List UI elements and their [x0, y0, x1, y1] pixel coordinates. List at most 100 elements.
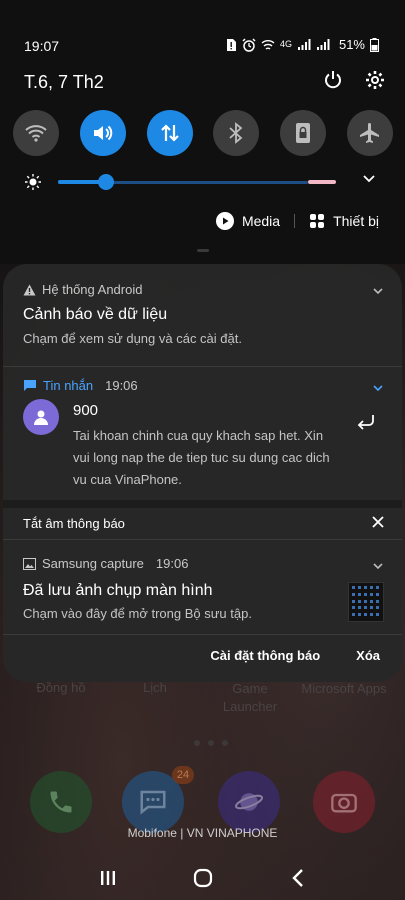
- chevron-down-icon: [363, 175, 375, 183]
- sound-icon: [93, 125, 113, 141]
- bluetooth-icon: [229, 122, 243, 144]
- reply-button[interactable]: [356, 413, 376, 436]
- wifi-toggle[interactable]: [13, 110, 59, 156]
- notification-time: 19:06: [105, 378, 138, 393]
- chevron-down-icon: [373, 563, 383, 570]
- collapse-notification-button[interactable]: [372, 381, 384, 399]
- alarm-icon: [242, 37, 256, 52]
- close-button[interactable]: [372, 515, 384, 533]
- settings-button[interactable]: [365, 70, 385, 95]
- carrier-label: Mobifone | VN VINAPHONE: [127, 826, 278, 840]
- home-app-label-game-launcher: Game Launcher: [222, 681, 278, 714]
- quick-toggle-row: [13, 110, 393, 156]
- internet-app-icon[interactable]: [218, 771, 280, 833]
- date-label: T.6, 7 Th2: [24, 72, 104, 92]
- signal-icon: [297, 39, 311, 50]
- brightness-outdoor-zone: [308, 180, 336, 184]
- notification-title: Cảnh báo về dữ liệu: [23, 306, 168, 323]
- mobile-data-icon: [160, 124, 179, 142]
- brightness-icon: [25, 174, 41, 190]
- screenshot-thumbnail: [348, 582, 384, 622]
- media-devices-row: Media Thiết bị: [215, 212, 379, 230]
- media-button[interactable]: Media: [215, 212, 280, 230]
- image-icon: [23, 557, 36, 570]
- notification-app-name: Hệ thống Android: [42, 282, 143, 297]
- message-body: Tai khoan chinh cua quy khach sap het. X…: [73, 428, 330, 487]
- wifi-status-icon: [261, 39, 275, 50]
- brightness-control: [22, 170, 384, 194]
- sim-alert-icon: [226, 38, 236, 51]
- panel-drag-handle[interactable]: [197, 249, 209, 252]
- home-app-label-microsoft: Microsoft Apps: [301, 681, 387, 696]
- quick-panel: 19:07 4G 51% T.6, 7 Th2 Media Thiết bị: [0, 0, 405, 264]
- expand-notification-button[interactable]: [372, 284, 384, 302]
- mobile-data-toggle[interactable]: [146, 110, 193, 156]
- power-button[interactable]: [323, 70, 343, 95]
- back-button[interactable]: [278, 858, 318, 898]
- notification-header: Tin nhắn 19:06: [23, 378, 138, 393]
- recent-apps-icon: [100, 871, 115, 885]
- section-divider: [3, 500, 402, 508]
- home-app-label-calendar: Lịch: [143, 680, 167, 695]
- notification-samsung-capture[interactable]: Samsung capture 19:06 Đã lưu ảnh chụp mà…: [3, 540, 402, 634]
- notification-body: Chạm để xem sử dụng và các cài đặt.: [23, 331, 242, 346]
- messages-badge: 24: [172, 766, 194, 784]
- brightness-slider-thumb[interactable]: [97, 174, 114, 190]
- notification-messages[interactable]: Tin nhắn 19:06 900 Tai khoan chinh cua q…: [3, 367, 402, 500]
- notification-settings-button[interactable]: Cài đặt thông báo: [210, 648, 320, 663]
- airplane-toggle[interactable]: [346, 110, 393, 156]
- gear-icon: [366, 71, 384, 89]
- play-circle-icon: [215, 212, 234, 230]
- clear-all-button[interactable]: Xóa: [356, 648, 380, 663]
- mute-notifications-row[interactable]: Tắt âm thông báo: [3, 508, 402, 538]
- network-type: 4G: [279, 39, 292, 49]
- notification-header: Hệ thống Android: [23, 282, 142, 297]
- phone-app-icon[interactable]: [30, 771, 92, 833]
- sound-toggle[interactable]: [79, 110, 126, 156]
- notification-header: Samsung capture 19:06: [23, 556, 188, 571]
- warning-icon: [23, 284, 36, 295]
- wifi-icon: [25, 125, 47, 142]
- expand-notification-button[interactable]: [372, 559, 384, 577]
- notification-sheet: Hệ thống Android Cảnh báo về dữ liệu Chạ…: [3, 264, 402, 682]
- home-button[interactable]: [183, 858, 223, 898]
- chevron-down-icon: [373, 288, 383, 295]
- status-time: 19:07: [24, 38, 60, 54]
- camera-app-icon[interactable]: [313, 771, 375, 833]
- notification-app-name: Samsung capture: [42, 556, 144, 571]
- notification-body: Chạm vào đây để mở trong Bộ sưu tập.: [23, 606, 252, 621]
- bluetooth-toggle[interactable]: [213, 110, 260, 156]
- home-page-indicator: [194, 740, 228, 746]
- status-icons: 4G 51%: [225, 37, 379, 52]
- devices-label: Thiết bị: [333, 213, 379, 229]
- quick-panel-actions: [323, 70, 385, 95]
- battery-icon: [370, 37, 379, 52]
- devices-button[interactable]: Thiết bị: [309, 213, 379, 229]
- mute-notifications-label: Tắt âm thông báo: [23, 516, 125, 531]
- message-sender: 900: [73, 402, 99, 419]
- expand-quick-panel-button[interactable]: [362, 172, 376, 191]
- person-icon: [34, 410, 48, 425]
- home-app-label-clock: Đồng hồ: [36, 680, 86, 695]
- signal-2-icon: [316, 39, 330, 50]
- back-icon: [291, 869, 303, 887]
- notification-title: Đã lưu ảnh chụp màn hình: [23, 582, 213, 599]
- airplane-icon: [359, 123, 379, 143]
- portrait-lock-toggle[interactable]: [280, 110, 327, 156]
- media-divider: [294, 214, 296, 228]
- notification-time: 19:06: [155, 556, 189, 571]
- notification-android-data[interactable]: Hệ thống Android Cảnh báo về dữ liệu Chạ…: [3, 264, 402, 366]
- divider: [3, 634, 402, 635]
- home-icon: [193, 868, 212, 888]
- close-icon: [372, 516, 384, 528]
- navigation-bar: [0, 856, 405, 900]
- notification-footer: Cài đặt thông báo Xóa: [210, 648, 380, 663]
- portrait-lock-icon: [296, 123, 311, 143]
- chevron-down-icon: [373, 385, 383, 392]
- power-icon: [325, 71, 341, 89]
- message-icon: [24, 380, 36, 391]
- notification-app-name: Tin nhắn: [43, 378, 94, 393]
- recent-apps-button[interactable]: [88, 858, 128, 898]
- avatar: [23, 399, 59, 435]
- reply-icon: [357, 415, 374, 430]
